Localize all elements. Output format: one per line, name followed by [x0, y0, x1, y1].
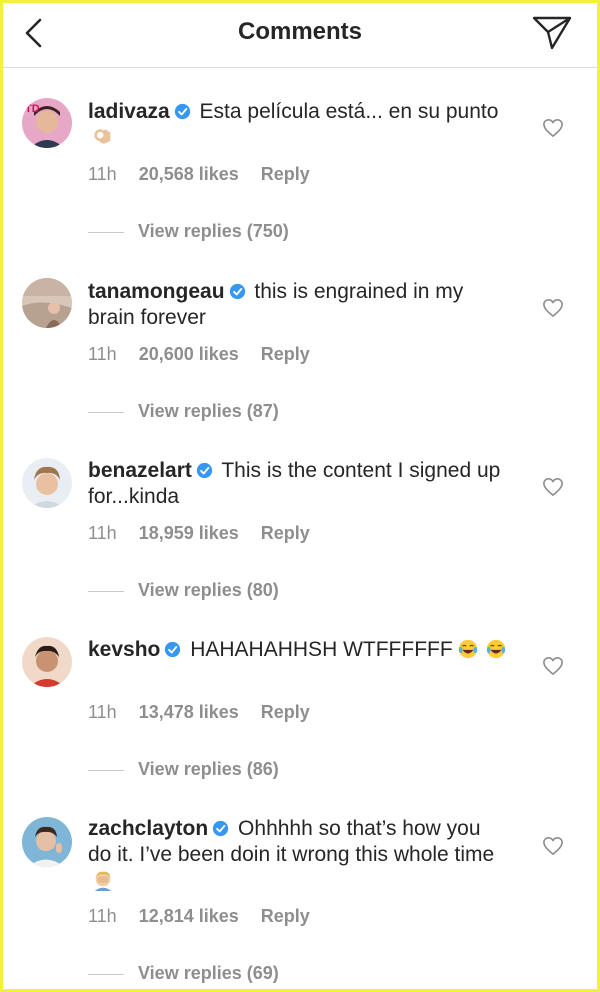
comment-time: 11h — [88, 523, 117, 543]
like-heart-icon[interactable] — [542, 656, 564, 676]
replies-divider — [88, 769, 124, 771]
replies-divider — [88, 590, 124, 592]
like-heart-icon[interactable] — [542, 118, 564, 138]
comment-username[interactable]: kevsho — [88, 638, 160, 661]
page-title: Comments — [237, 18, 363, 45]
comment-time: 11h — [88, 906, 117, 926]
comment-text: tanamongeau this is engrained in my brai… — [88, 279, 508, 331]
comment-text: zachclayton Ohhhhh so that’s how you do … — [88, 816, 508, 894]
avatar[interactable] — [22, 817, 72, 867]
verified-badge-icon — [174, 103, 190, 120]
reply-button[interactable]: Reply — [261, 344, 310, 365]
view-replies-button[interactable]: View replies (86) — [88, 759, 279, 780]
comment-text: ladivaza Esta película está... en su pun… — [88, 99, 508, 151]
paper-plane-icon — [532, 16, 572, 50]
comment-body: Esta película está... en su punto — [193, 100, 499, 123]
comment-body: HAHAHAHHSH WTFFFFFF — [184, 638, 453, 661]
like-heart-icon[interactable] — [542, 477, 564, 497]
view-replies-button[interactable]: View replies (87) — [88, 401, 279, 422]
view-replies-label: View replies (86) — [138, 759, 279, 779]
reply-button[interactable]: Reply — [261, 702, 310, 723]
reply-button[interactable]: Reply — [261, 164, 310, 185]
comment-text: kevsho HAHAHAHHSH WTFFFFFF — [88, 637, 508, 663]
reply-button[interactable]: Reply — [261, 906, 310, 927]
view-replies-label: View replies (750) — [138, 221, 289, 241]
comment-likes[interactable]: 20,568 likes — [139, 164, 239, 185]
avatar[interactable] — [22, 458, 72, 508]
replies-divider — [88, 973, 124, 975]
comment-meta: 11h 12,814 likes Reply — [88, 906, 332, 927]
view-replies-button[interactable]: View replies (750) — [88, 221, 289, 242]
comment-likes[interactable]: 12,814 likes — [139, 906, 239, 927]
comment-likes[interactable]: 20,600 likes — [139, 344, 239, 365]
view-replies-label: View replies (80) — [138, 580, 279, 600]
comment-username[interactable]: ladivaza — [88, 100, 170, 123]
comment-meta: 11h 13,478 likes Reply — [88, 702, 332, 723]
like-heart-icon[interactable] — [542, 298, 564, 318]
facepalm-emoji — [94, 871, 112, 891]
svg-text:TD: TD — [25, 103, 40, 115]
reply-button[interactable]: Reply — [261, 523, 310, 544]
share-button[interactable] — [530, 12, 574, 52]
comments-header: Comments — [0, 0, 600, 68]
tears-of-joy-emoji — [486, 639, 505, 659]
avatar[interactable]: TD — [22, 98, 72, 148]
like-heart-icon[interactable] — [542, 836, 564, 856]
comment-time: 11h — [88, 164, 117, 184]
ok-hand-emoji — [94, 129, 111, 144]
comment-username[interactable]: tanamongeau — [88, 280, 225, 303]
view-replies-label: View replies (69) — [138, 963, 279, 983]
comment-likes[interactable]: 18,959 likes — [139, 523, 239, 544]
comment-username[interactable]: benazelart — [88, 459, 192, 482]
view-replies-button[interactable]: View replies (80) — [88, 580, 279, 601]
comment-time: 11h — [88, 344, 117, 364]
comment-meta: 11h 20,568 likes Reply — [88, 164, 332, 185]
avatar[interactable] — [22, 278, 72, 328]
comment-meta: 11h 20,600 likes Reply — [88, 344, 332, 365]
verified-badge-icon — [229, 283, 245, 300]
verified-badge-icon — [165, 641, 181, 658]
view-replies-label: View replies (87) — [138, 401, 279, 421]
verified-badge-icon — [196, 462, 213, 479]
comment-text: benazelart This is the content I signed … — [88, 458, 508, 510]
replies-divider — [88, 231, 124, 233]
comment-likes[interactable]: 13,478 likes — [139, 702, 239, 723]
tears-of-joy-emoji — [458, 639, 477, 659]
avatar[interactable] — [22, 637, 72, 687]
comment-meta: 11h 18,959 likes Reply — [88, 523, 332, 544]
comment-time: 11h — [88, 702, 117, 722]
replies-divider — [88, 411, 124, 413]
view-replies-button[interactable]: View replies (69) — [88, 963, 279, 984]
comment-username[interactable]: zachclayton — [88, 817, 208, 840]
verified-badge-icon — [213, 820, 229, 837]
